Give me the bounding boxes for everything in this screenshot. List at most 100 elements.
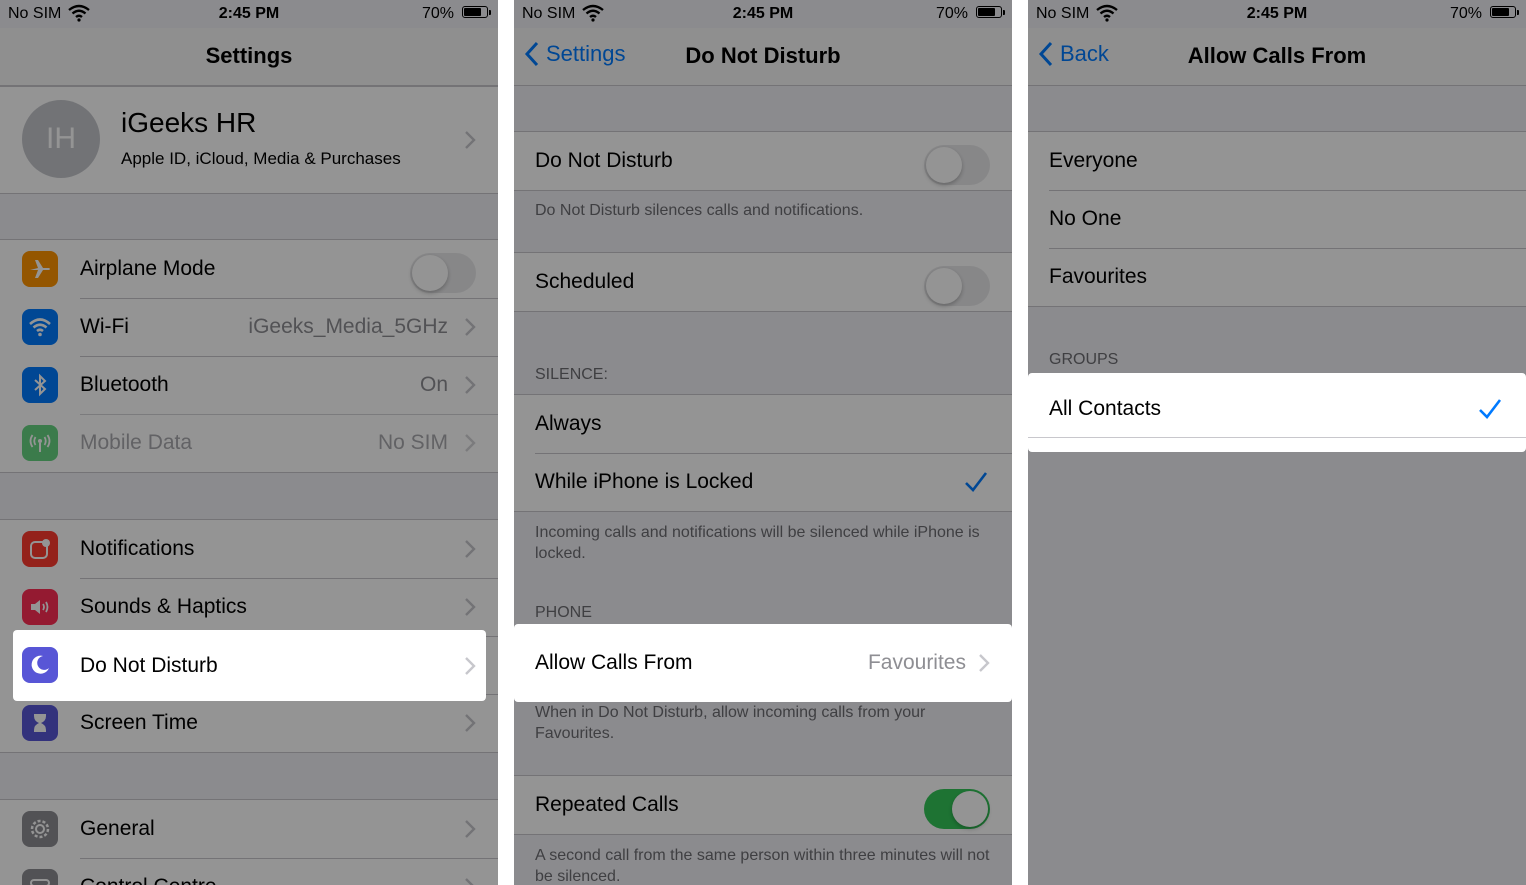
row-label: Do Not Disturb [535,149,673,172]
chevron-right-icon [465,714,476,732]
control-centre-row[interactable]: Control Centre [0,858,498,885]
bluetooth-icon [22,367,58,403]
airplane-mode-row[interactable]: Airplane Mode [0,240,498,298]
groups-header: GROUPS [1049,351,1119,368]
chevron-right-icon [465,131,476,149]
avatar: IH [22,100,100,178]
antenna-icon [22,425,58,461]
do-not-disturb-screen: No SIM 2:45 PM 70% Settings Do Not Distu… [514,0,1012,885]
row-label: Sounds & Haptics [80,595,247,618]
scheduled-toggle[interactable] [924,266,990,306]
status-bar: No SIM 2:45 PM 70% [514,0,1012,28]
phone-header: PHONE [535,604,592,621]
scheduled-row: Scheduled [514,253,1012,311]
option-no-one[interactable]: No One [1028,190,1526,248]
row-label: All Contacts [1049,397,1162,420]
row-label: Mobile Data [80,431,193,454]
row-label: Scheduled [535,270,635,293]
chevron-right-icon [465,376,476,394]
row-label: While iPhone is Locked [535,470,754,493]
general-row[interactable]: General [0,800,498,858]
row-label: Notifications [80,537,195,560]
repeated-calls-toggle[interactable] [924,789,990,829]
dnd-group: Do Not Disturb [514,131,1012,191]
battery-icon [976,6,1005,18]
row-value: On [419,373,448,396]
repeated-group: Repeated Calls [514,775,1012,835]
battery-icon [462,6,491,18]
silence-header: SILENCE: [535,366,608,383]
battery-percent: 70% [1449,5,1482,22]
row-value: iGeeks_Media_5GHz [248,315,448,338]
gear-icon [22,811,58,847]
nav-bar: Back Allow Calls From [1028,28,1526,86]
chevron-right-icon [465,318,476,336]
battery-percent: 70% [421,5,454,22]
dnd-footer: Do Not Disturb silences calls and notifi… [535,202,864,219]
do-not-disturb-toggle-row: Do Not Disturb [514,132,1012,190]
checkmark-icon [1479,399,1502,419]
hourglass-icon [22,705,58,741]
chevron-right-icon [465,820,476,838]
option-all-contacts[interactable]: All Contacts [1028,373,1526,452]
chevron-right-icon [979,654,990,672]
notifications-row[interactable]: Notifications [0,520,498,578]
chevron-right-icon [465,657,476,675]
wifi-icon [22,309,58,345]
allow-calls-from-screen: No SIM 2:45 PM 70% Back Allow Calls From… [1028,0,1526,885]
scheduled-group: Scheduled [514,252,1012,312]
always-row[interactable]: Always [514,395,1012,453]
row-value: No SIM [377,431,448,454]
row-label: Bluetooth [80,373,169,396]
do-not-disturb-toggle[interactable] [924,145,990,185]
bluetooth-row[interactable]: Bluetooth On [0,356,498,414]
wifi-row[interactable]: Wi-Fi iGeeks_Media_5GHz [0,298,498,356]
status-bar: No SIM 2:45 PM 70% [1028,0,1526,28]
row-label: Do Not Disturb [80,653,218,677]
do-not-disturb-row[interactable]: Do Not Disturb [13,630,486,701]
chevron-right-icon [465,598,476,616]
row-label: General [80,817,155,840]
row-label: Screen Time [80,711,198,734]
sounds-haptics-row[interactable]: Sounds & Haptics [0,578,498,636]
airplane-mode-toggle[interactable] [410,253,476,293]
battery-percent: 70% [935,5,968,22]
general-group: General Control Centre [0,799,498,885]
option-favourites[interactable]: Favourites [1028,248,1526,306]
page-title: Settings [205,43,293,68]
page-title: Allow Calls From [1187,43,1367,68]
repeated-calls-row: Repeated Calls [514,776,1012,834]
profile-name: iGeeks HR [121,107,257,138]
allow-calls-from-row[interactable]: Allow Calls From Favourites [514,624,1012,702]
switches-icon [22,869,58,885]
checkmark-icon [965,472,988,492]
airplane-icon [22,251,58,287]
silence-group: Always While iPhone is Locked [514,394,1012,512]
row-label: No One [1049,207,1122,230]
settings-screen: No SIM 2:45 PM 70% Settings IH iGeeks HR… [0,0,498,885]
moon-icon [22,647,58,683]
row-value: Favourites [867,651,966,674]
apple-id-row[interactable]: IH iGeeks HR Apple ID, iCloud, Media & P… [0,86,498,194]
option-everyone[interactable]: Everyone [1028,132,1526,190]
while-locked-row[interactable]: While iPhone is Locked [514,453,1012,511]
profile-subtitle: Apple ID, iCloud, Media & Purchases [121,149,401,168]
connectivity-group: Airplane Mode Wi-Fi iGeeks_Media_5GHz Bl… [0,239,498,473]
row-label: Airplane Mode [80,257,216,280]
row-label: Repeated Calls [535,793,679,816]
chevron-right-icon [465,878,474,885]
page-title: Do Not Disturb [685,43,841,68]
speaker-icon [22,589,58,625]
chevron-right-icon [465,540,476,558]
chevron-right-icon [465,434,476,452]
mobile-data-row[interactable]: Mobile Data No SIM [0,414,498,472]
row-label: Allow Calls From [535,651,693,674]
row-label: Always [535,412,602,435]
nav-bar: Settings [0,28,498,86]
screen-time-row[interactable]: Screen Time [0,694,498,752]
nav-bar: Settings Do Not Disturb [514,28,1012,86]
allow-calls-footer: When in Do Not Disturb, allow incoming c… [535,704,926,742]
row-label: Wi-Fi [80,315,129,338]
silence-footer: Incoming calls and notifications will be… [535,524,980,562]
row-label: Control Centre [80,875,217,885]
